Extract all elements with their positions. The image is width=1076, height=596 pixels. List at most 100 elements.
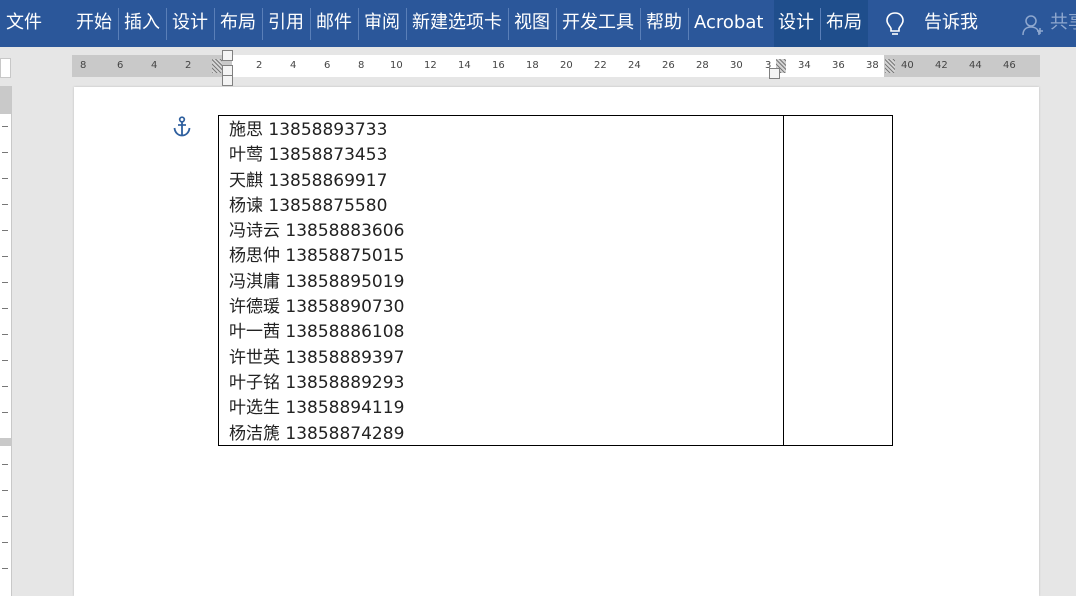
ruler-tick bbox=[2, 360, 8, 361]
tab-references[interactable]: 引用 bbox=[268, 0, 304, 47]
ruler-number: 44 bbox=[969, 60, 982, 71]
ruler-tick bbox=[2, 126, 8, 127]
tab-separator bbox=[214, 8, 215, 40]
ruler-number: 8 bbox=[80, 60, 87, 71]
table-row[interactable]: 杨思仲 13858875015 bbox=[229, 244, 404, 269]
ruler-tick bbox=[2, 178, 8, 179]
tab-developer[interactable]: 开发工具 bbox=[562, 0, 634, 47]
table-row[interactable]: 叶选生 13858894119 bbox=[229, 396, 404, 421]
ruler-tick bbox=[2, 516, 8, 517]
table-column-border[interactable] bbox=[783, 116, 784, 445]
share-button[interactable]: 共享 bbox=[1050, 0, 1076, 46]
left-margin-marker[interactable] bbox=[212, 59, 222, 73]
ruler-number: 36 bbox=[832, 60, 845, 71]
tab-acrobat[interactable]: Acrobat bbox=[694, 0, 763, 47]
ruler-tick bbox=[2, 464, 8, 465]
ruler-tick bbox=[2, 568, 8, 569]
tab-separator bbox=[118, 8, 119, 40]
tab-separator bbox=[508, 8, 509, 40]
tab-file[interactable]: 文件 bbox=[6, 0, 42, 47]
ruler-number: 24 bbox=[628, 60, 641, 71]
tell-me-search[interactable]: 告诉我 bbox=[924, 0, 978, 47]
ruler-tick bbox=[2, 204, 8, 205]
ruler-tick bbox=[2, 152, 8, 153]
ruler-tick bbox=[2, 308, 8, 309]
ruler-number: 14 bbox=[458, 60, 471, 71]
ruler-number: 28 bbox=[696, 60, 709, 71]
tab-separator bbox=[640, 8, 641, 40]
table-row[interactable]: 冯淇庸 13858895019 bbox=[229, 270, 404, 295]
ruler-tick bbox=[2, 230, 8, 231]
ruler-number: 2 bbox=[185, 60, 192, 71]
tab-mailings[interactable]: 邮件 bbox=[316, 0, 352, 47]
table-cell-names[interactable]: 施思 13858893733 叶莺 13858873453 天麒 1385886… bbox=[229, 118, 404, 447]
vertical-ruler[interactable] bbox=[0, 86, 12, 596]
ruler-number: 30 bbox=[730, 60, 743, 71]
tab-separator bbox=[406, 8, 407, 40]
ruler-number: 6 bbox=[117, 60, 124, 71]
table-row[interactable]: 叶莺 13858873453 bbox=[229, 143, 404, 168]
tab-separator bbox=[262, 8, 263, 40]
left-indent-marker[interactable] bbox=[222, 75, 233, 86]
ruler-number: 38 bbox=[866, 60, 879, 71]
ruler-number: 16 bbox=[492, 60, 505, 71]
ruler-number: 12 bbox=[424, 60, 437, 71]
tab-layout[interactable]: 布局 bbox=[220, 0, 256, 47]
ruler-number: 3 bbox=[765, 60, 772, 71]
ruler-tick bbox=[2, 334, 8, 335]
tab-insert[interactable]: 插入 bbox=[124, 0, 160, 47]
tab-separator bbox=[310, 8, 311, 40]
contact-table[interactable]: 施思 13858893733 叶莺 13858873453 天麒 1385886… bbox=[218, 115, 893, 446]
ruler-tick bbox=[2, 490, 8, 491]
table-row[interactable]: 叶一茜 13858886108 bbox=[229, 320, 404, 345]
first-line-indent-marker[interactable] bbox=[222, 50, 233, 61]
ruler-number: 20 bbox=[560, 60, 573, 71]
tab-separator bbox=[820, 8, 821, 40]
tab-separator bbox=[358, 8, 359, 40]
ruler-number: 18 bbox=[526, 60, 539, 71]
tab-separator bbox=[166, 8, 167, 40]
ruler-number: 4 bbox=[290, 60, 297, 71]
ruler-tick bbox=[2, 256, 8, 257]
table-row[interactable]: 天麒 13858869917 bbox=[229, 169, 404, 194]
tab-new-tab[interactable]: 新建选项卡 bbox=[412, 0, 502, 47]
ruler-tick bbox=[2, 282, 8, 283]
table-row[interactable]: 许德瑗 13858890730 bbox=[229, 295, 404, 320]
tab-table-layout[interactable]: 布局 bbox=[826, 0, 862, 47]
ruler-number: 6 bbox=[324, 60, 331, 71]
vertical-ruler-row-marker[interactable] bbox=[0, 438, 11, 446]
vertical-ruler-top-margin bbox=[0, 86, 11, 114]
ruler-number: 40 bbox=[901, 60, 914, 71]
ruler-number: 42 bbox=[935, 60, 948, 71]
ribbon-tab-bar: 文件 开始 插入 设计 布局 引用 邮件 审阅 新建选项卡 视图 开发工具 帮助… bbox=[0, 0, 1076, 47]
tab-view[interactable]: 视图 bbox=[514, 0, 550, 47]
share-person-icon[interactable] bbox=[1022, 13, 1044, 37]
ruler-number: 22 bbox=[594, 60, 607, 71]
ruler-number: 4 bbox=[151, 60, 158, 71]
table-row[interactable]: 杨洁篪 13858874289 bbox=[229, 422, 404, 447]
table-row[interactable]: 施思 13858893733 bbox=[229, 118, 404, 143]
table-row[interactable]: 许世英 13858889397 bbox=[229, 346, 404, 371]
ruler-number: 2 bbox=[256, 60, 263, 71]
ruler-tick bbox=[2, 386, 8, 387]
lightbulb-icon[interactable] bbox=[884, 11, 906, 37]
tab-table-design[interactable]: 设计 bbox=[778, 0, 814, 47]
table-row[interactable]: 杨谏 13858875580 bbox=[229, 194, 404, 219]
ruler-tick bbox=[2, 542, 8, 543]
tab-selector[interactable] bbox=[0, 58, 11, 78]
tab-review[interactable]: 审阅 bbox=[364, 0, 400, 47]
ruler-number: 34 bbox=[798, 60, 811, 71]
ruler-number: 8 bbox=[358, 60, 365, 71]
tab-help[interactable]: 帮助 bbox=[646, 0, 682, 47]
ruler-tick bbox=[2, 412, 8, 413]
anchor-icon[interactable] bbox=[172, 116, 192, 138]
right-margin-marker[interactable] bbox=[885, 59, 895, 73]
tab-home[interactable]: 开始 bbox=[76, 0, 112, 47]
table-row[interactable]: 冯诗云 13858883606 bbox=[229, 219, 404, 244]
ruler-number: 26 bbox=[662, 60, 675, 71]
ruler-number: 46 bbox=[1003, 60, 1016, 71]
tab-separator bbox=[556, 8, 557, 40]
tab-separator bbox=[688, 8, 689, 40]
tab-design[interactable]: 设计 bbox=[172, 0, 208, 47]
table-row[interactable]: 叶子铭 13858889293 bbox=[229, 371, 404, 396]
